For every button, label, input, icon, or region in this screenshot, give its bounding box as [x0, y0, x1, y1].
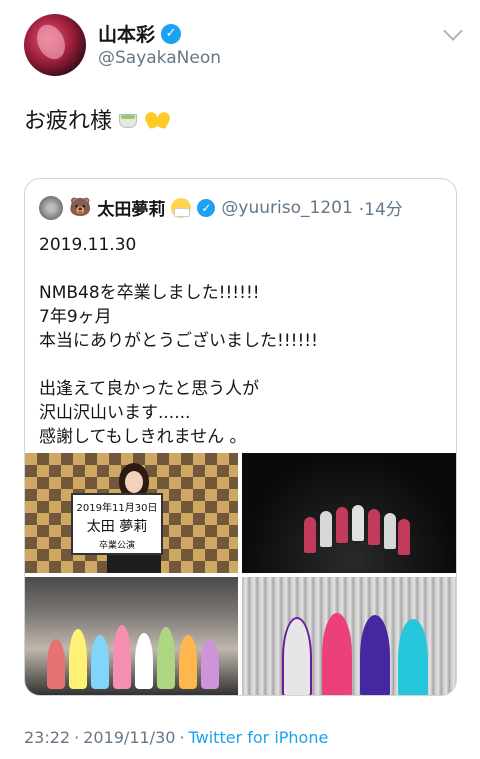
bear-emoji-icon: 🐻 — [69, 197, 92, 218]
tea-emoji-icon — [116, 108, 140, 130]
meta-separator: · — [74, 728, 80, 747]
quoted-line: 7年9ヶ月 — [39, 307, 112, 327]
quoted-tweet-header: 🐻 太田夢莉 ✓ @yuuriso_1201 ·14分 — [39, 195, 403, 220]
photo-stage-dark[interactable] — [242, 453, 456, 573]
meta-separator: · — [179, 728, 185, 747]
tweet-text: お疲れ様 — [24, 103, 172, 135]
mask-face-emoji-icon — [171, 197, 192, 218]
sign-date: 2019年11月30日 — [76, 503, 158, 514]
quoted-line: 本当にありがとうございました!!!!!! — [39, 331, 318, 351]
quoted-handle: @yuuriso_1201 — [221, 197, 353, 218]
quoted-display-name: 太田夢莉 — [97, 200, 166, 220]
verified-badge-icon: ✓ — [161, 23, 182, 44]
chevron-down-icon[interactable] — [443, 21, 463, 41]
sign-name: 太田 夢莉 — [86, 519, 148, 535]
handle[interactable]: @SayakaNeon — [98, 48, 221, 68]
tweet-source-link[interactable]: Twitter for iPhone — [189, 728, 329, 747]
author-name-row[interactable]: 山本彩 ✓ — [98, 20, 182, 47]
quoted-line: 感謝してもしきれません 。 — [39, 427, 247, 447]
photo-group-bright[interactable] — [25, 577, 238, 695]
avatar[interactable] — [24, 14, 86, 76]
tweet-time: 23:22 — [24, 728, 71, 747]
photo-grid: 2019年11月30日 太田 夢莉 卒業公演 — [25, 453, 456, 695]
display-name[interactable]: 山本彩 — [98, 20, 155, 47]
hands-emoji-icon — [143, 108, 172, 130]
quoted-line: 沢山沢山います...... — [39, 403, 191, 423]
sign-event: 卒業公演 — [98, 541, 135, 551]
quoted-tweet[interactable]: 🐻 太田夢莉 ✓ @yuuriso_1201 ·14分 2019.11.30 N… — [24, 178, 457, 696]
quoted-avatar — [39, 195, 63, 220]
tweet-date: 2019/11/30 — [83, 728, 176, 747]
tweet-meta: 23:22 · 2019/11/30 · Twitter for iPhone — [24, 728, 328, 747]
quoted-line: NMB48を卒業しました!!!!!! — [39, 283, 260, 303]
quoted-line — [39, 353, 444, 377]
verified-badge-icon: ✓ — [197, 198, 216, 217]
quoted-tweet-body: 2019.11.30 NMB48を卒業しました!!!!!! 7年9ヶ月 本当にあ… — [39, 233, 444, 449]
quoted-line: 出逢えて良かったと思う人が — [39, 379, 260, 399]
quoted-line — [39, 257, 444, 281]
quoted-age: ·14分 — [358, 200, 403, 220]
graduation-sign: 2019年11月30日 太田 夢莉 卒業公演 — [71, 493, 163, 555]
tweet-text-content: お疲れ様 — [24, 109, 113, 134]
quoted-line: 2019.11.30 — [39, 235, 137, 255]
photo-four-members[interactable] — [242, 577, 456, 695]
photo-graduation-sign[interactable]: 2019年11月30日 太田 夢莉 卒業公演 — [25, 453, 238, 573]
tweet-header: 山本彩 ✓ @SayakaNeon — [24, 14, 464, 78]
